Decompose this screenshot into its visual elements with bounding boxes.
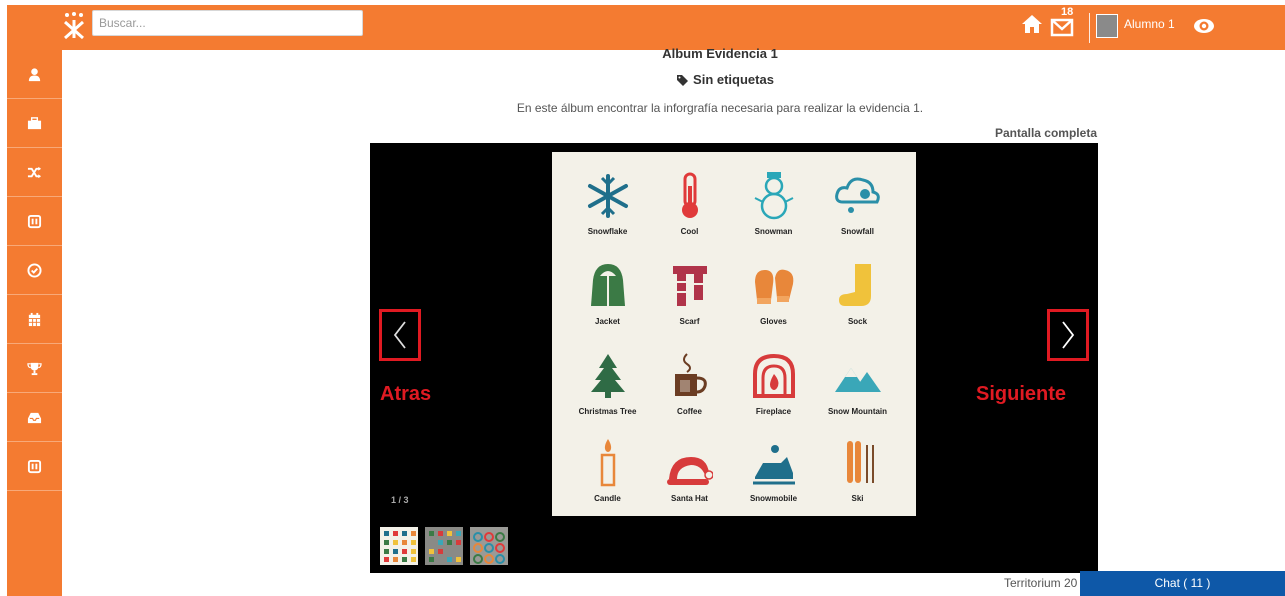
image-viewer: Snowflake Cool Snowman Snowfall Jacket S… — [370, 143, 1098, 573]
album-tags-label: Sin etiquetas — [693, 72, 774, 87]
item-caption: Candle — [594, 494, 621, 503]
trophy-icon — [27, 362, 42, 375]
item-caption: Sock — [847, 317, 868, 326]
thermometer-icon — [682, 172, 698, 218]
item-caption: Santa Hat — [671, 494, 708, 503]
gloves-icon — [755, 269, 794, 304]
sidebar-item-portfolio[interactable] — [7, 99, 62, 148]
ski-icon — [847, 441, 874, 483]
item-caption: Cool — [680, 227, 699, 236]
item-caption: Snow Mountain — [827, 407, 888, 416]
infographic-item: Coffee — [644, 340, 735, 431]
previous-annotation: Atras — [380, 383, 432, 405]
calendar-icon — [28, 312, 41, 326]
infographic-item: Snowfall — [812, 160, 903, 251]
infographic-item: Ski — [812, 427, 903, 518]
sena-logo-icon[interactable] — [59, 10, 89, 40]
item-caption: Ski — [851, 494, 864, 503]
search-input[interactable] — [92, 10, 363, 36]
infographic-item: Gloves — [728, 250, 819, 341]
panel-icon — [27, 214, 42, 228]
candle-icon — [600, 439, 616, 487]
mail-button[interactable]: 18 — [1050, 6, 1076, 38]
previous-image-button[interactable] — [379, 309, 421, 361]
item-caption: Christmas Tree — [578, 407, 637, 416]
sidebar-item-profile[interactable] — [7, 50, 62, 99]
infographic-item: Candle — [562, 427, 653, 518]
top-bar: 18 Alumno 1 — [7, 5, 1285, 50]
item-caption: Fireplace — [755, 407, 792, 416]
infographic-item: Snow Mountain — [812, 340, 903, 431]
album-title: Album Evidencia 1 — [662, 46, 778, 61]
sidebar-item-calendar[interactable] — [7, 295, 62, 344]
next-image-button[interactable] — [1047, 309, 1089, 361]
infographic-item: Snowmobile — [728, 427, 819, 518]
sidebar-item-panel-2[interactable] — [7, 442, 62, 491]
chevron-right-icon — [1062, 321, 1075, 349]
slide-image: Snowflake Cool Snowman Snowfall Jacket S… — [552, 152, 916, 516]
sidebar-item-achievements[interactable] — [7, 344, 62, 393]
santa-hat-icon — [667, 457, 713, 485]
infographic-item: Sock — [812, 250, 903, 341]
home-icon[interactable] — [1021, 13, 1043, 35]
avatar[interactable] — [1096, 14, 1118, 38]
sock-icon — [839, 264, 871, 306]
image-counter: 1 / 3 — [391, 495, 409, 505]
shuffle-icon — [27, 166, 42, 178]
chat-button[interactable]: Chat ( 11 ) — [1080, 571, 1285, 596]
page: 18 Alumno 1 — [0, 0, 1285, 596]
album-tags: Sin etiquetas — [600, 72, 850, 87]
album-description: En este álbum encontrar la inforgrafía n… — [516, 101, 924, 115]
mail-count-badge: 18 — [1061, 6, 1074, 18]
infographic-item: Fireplace — [728, 340, 819, 431]
item-caption: Jacket — [595, 317, 620, 326]
snowflake-icon — [588, 174, 628, 218]
item-caption: Gloves — [760, 317, 787, 326]
briefcase-icon — [27, 116, 42, 129]
next-annotation: Siguiente — [976, 383, 1067, 405]
snowman-icon — [754, 172, 794, 220]
jacket-icon — [591, 264, 625, 306]
coffee-icon — [675, 353, 707, 396]
sidebar-item-tasks[interactable] — [7, 246, 62, 295]
item-caption: Snowflake — [587, 227, 628, 236]
footer-text: Territorium 20 — [1004, 576, 1078, 590]
sidebar — [7, 50, 62, 596]
snow-cloud-icon — [835, 177, 880, 213]
thumbnail-3[interactable] — [470, 527, 508, 565]
sidebar-item-shuffle[interactable] — [7, 148, 62, 197]
scarf-icon — [673, 266, 707, 306]
sidebar-item-panel[interactable] — [7, 197, 62, 246]
header-divider — [1089, 13, 1090, 43]
check-circle-icon — [27, 262, 42, 278]
user-name[interactable]: Alumno 1 — [1124, 17, 1175, 31]
snow-mountain-icon — [835, 368, 881, 392]
infographic-item: Scarf — [644, 250, 735, 341]
tags-icon — [677, 75, 689, 86]
infographic-item: Snowflake — [562, 160, 653, 251]
thumbnail-1[interactable] — [380, 527, 418, 565]
eye-icon[interactable] — [1193, 16, 1215, 36]
panel-icon — [27, 459, 42, 473]
item-caption: Scarf — [679, 317, 700, 326]
infographic-item: Santa Hat — [644, 427, 735, 518]
chevron-left-icon — [393, 321, 406, 349]
fireplace-icon — [753, 353, 795, 398]
thumbnail-2[interactable] — [425, 527, 463, 565]
infographic-item: Jacket — [562, 250, 653, 341]
fullscreen-link[interactable]: Pantalla completa — [980, 126, 1097, 140]
infographic-item: Christmas Tree — [562, 340, 653, 431]
infographic-item: Snowman — [728, 160, 819, 251]
item-caption: Coffee — [677, 407, 702, 416]
item-caption: Snowman — [754, 227, 793, 236]
christmas-tree-icon — [591, 354, 625, 398]
item-caption: Snowfall — [841, 227, 874, 236]
inbox-icon — [27, 412, 42, 423]
snowmobile-icon — [753, 445, 795, 485]
user-icon — [28, 67, 41, 81]
sidebar-item-inbox[interactable] — [7, 393, 62, 442]
item-caption: Snowmobile — [749, 494, 798, 503]
infographic-item: Cool — [644, 160, 735, 251]
